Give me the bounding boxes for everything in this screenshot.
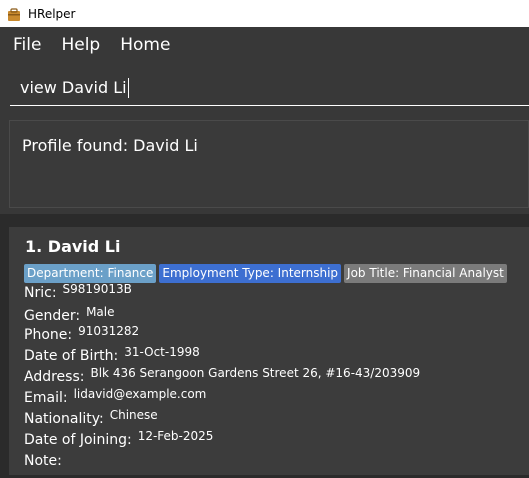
command-input[interactable]: view David Li <box>10 70 529 106</box>
result-area: Profile found: David Li <box>0 112 529 214</box>
field-value: S9819013B <box>62 282 132 296</box>
app-icon <box>7 7 21 21</box>
result-display[interactable]: Profile found: David Li <box>9 120 529 208</box>
field-label: Nationality: <box>24 411 104 427</box>
divider <box>0 214 529 224</box>
field-value: Chinese <box>109 408 158 422</box>
field-value: 12-Feb-2025 <box>137 429 214 443</box>
field-nric: Nric: S9819013B <box>24 282 132 301</box>
field-value: Male <box>86 305 115 319</box>
field-label: Note: <box>24 453 62 469</box>
field-note: Note: <box>24 453 68 469</box>
text-caret <box>127 77 129 98</box>
field-date-of-joining: Date of Joining: 12-Feb-2025 <box>24 429 214 448</box>
field-address: Address: Blk 436 Serangoon Gardens Stree… <box>24 366 421 385</box>
result-text: Profile found: David Li <box>22 136 198 155</box>
department-tag: Department: Finance <box>24 264 157 283</box>
field-value: 91031282 <box>78 324 140 338</box>
menu-bar: File Help Home <box>0 27 529 62</box>
job-title-tag: Job Title: Financial Analyst <box>344 264 507 283</box>
field-label: Email: <box>24 390 68 406</box>
menu-home[interactable]: Home <box>113 35 177 55</box>
field-nationality: Nationality: Chinese <box>24 408 158 427</box>
field-email: Email: lidavid@example.com <box>24 387 207 406</box>
menu-file[interactable]: File <box>6 35 48 55</box>
field-value: Blk 436 Serangoon Gardens Street 26, #16… <box>90 366 421 380</box>
field-label: Address: <box>24 369 85 385</box>
field-gender: Gender: Male <box>24 305 115 324</box>
command-text: view David Li <box>20 78 127 97</box>
menu-help[interactable]: Help <box>54 35 107 55</box>
field-label: Phone: <box>24 327 73 343</box>
person-name: 1. David Li <box>25 237 121 256</box>
field-phone: Phone: 91031282 <box>24 324 140 343</box>
window-title: HRelper <box>28 6 76 21</box>
person-card[interactable]: 1. David Li Department: Finance Employme… <box>9 227 529 475</box>
employment-type-tag: Employment Type: Internship <box>159 264 342 283</box>
field-value: 31-Oct-1998 <box>124 345 200 359</box>
field-label: Date of Birth: <box>24 348 119 364</box>
field-date-of-birth: Date of Birth: 31-Oct-1998 <box>24 345 200 364</box>
person-list: 1. David Li Department: Finance Employme… <box>0 224 529 478</box>
title-bar: HRelper <box>0 0 529 27</box>
tag-list: Department: Finance Employment Type: Int… <box>24 264 507 283</box>
field-value: lidavid@example.com <box>73 387 207 401</box>
field-label: Nric: <box>24 285 57 301</box>
command-area: view David Li <box>0 62 529 112</box>
field-label: Gender: <box>24 308 81 324</box>
field-label: Date of Joining: <box>24 432 132 448</box>
